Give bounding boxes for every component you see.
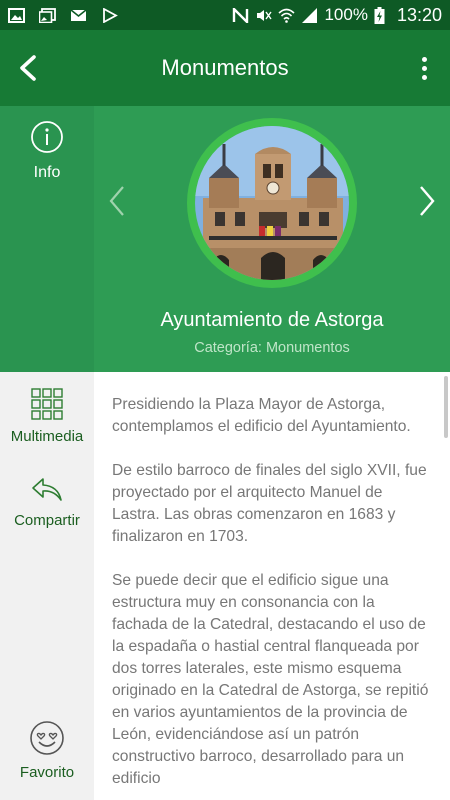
wifi-icon (278, 8, 296, 23)
poi-header: Info Ayuntamiento de Astorga Categoría: … (0, 106, 450, 372)
page-title: Monumentos (161, 55, 289, 80)
chevron-left-icon (20, 55, 36, 81)
gallery-icon (39, 7, 56, 23)
grid-icon (31, 388, 63, 420)
mail-icon (70, 8, 87, 21)
overflow-menu-button[interactable] (406, 50, 442, 86)
battery-charging-icon (374, 6, 385, 24)
chevron-left-icon (109, 186, 124, 216)
poi-title: Ayuntamiento de Astorga (160, 309, 384, 331)
multimedia-button[interactable]: Multimedia (0, 388, 94, 445)
description-panel[interactable]: Presidiendo la Plaza Mayor de Astorga, c… (94, 372, 450, 800)
share-button[interactable]: Compartir (0, 476, 94, 529)
previous-button[interactable] (102, 176, 132, 226)
back-button[interactable] (8, 50, 48, 86)
clock: 13:20 (396, 4, 442, 25)
notification-icons (8, 7, 118, 23)
app-bar: Monumentos (0, 30, 450, 106)
mute-icon (257, 9, 273, 21)
play-store-icon (103, 7, 118, 23)
info-button[interactable]: Info (0, 120, 94, 210)
poi-photo-frame (187, 118, 357, 288)
smiley-heart-eyes-icon (30, 721, 64, 755)
more-vert-icon (421, 56, 427, 62)
share-reply-icon (32, 478, 62, 501)
next-button[interactable] (412, 176, 442, 226)
description-paragraph: Presidiendo la Plaza Mayor de Astorga, c… (112, 396, 411, 435)
info-icon (31, 121, 63, 153)
town-hall-image (195, 126, 349, 280)
multimedia-label: Multimedia (10, 428, 84, 445)
system-icons: 100% 13:20 (232, 5, 442, 26)
info-label: Info (33, 164, 61, 181)
poi-photo (195, 126, 349, 280)
poi-category: Categoría: Monumentos (194, 340, 350, 356)
info-column: Info (0, 106, 94, 372)
chevron-right-icon (420, 186, 435, 216)
favorite-button[interactable]: Favorito (0, 720, 94, 781)
image-icon (8, 7, 25, 23)
battery-percent: 100% (324, 5, 368, 24)
signal-icon (302, 7, 318, 23)
status-bar: 100% 13:20 (0, 0, 450, 30)
nfc-icon (233, 7, 249, 23)
screen: 100% 13:20 Monumentos Info Ayuntamiento … (0, 0, 450, 800)
scrollbar[interactable] (444, 376, 448, 438)
favorite-label: Favorito (19, 764, 75, 781)
share-label: Compartir (14, 512, 80, 529)
description-text: Presidiendo la Plaza Mayor de Astorga, c… (94, 372, 450, 790)
side-menu: Multimedia Compartir Favorito (0, 372, 94, 800)
description-paragraph: Se puede decir que el edificio sigue una… (112, 572, 429, 787)
description-paragraph: De estilo barroco de finales del siglo X… (112, 462, 427, 545)
